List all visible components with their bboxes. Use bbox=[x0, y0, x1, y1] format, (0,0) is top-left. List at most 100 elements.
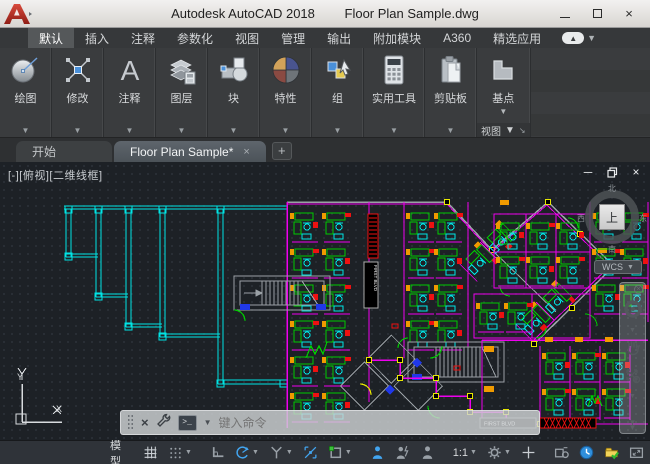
annotation-visibility-toggle[interactable] bbox=[366, 443, 389, 462]
viewcube-top-face[interactable]: 上 bbox=[599, 204, 625, 230]
chevron-down-icon[interactable]: ▼ bbox=[204, 418, 212, 427]
chevron-down-icon[interactable]: ▼ bbox=[504, 449, 511, 456]
new-drawing-tab-button[interactable]: + bbox=[272, 142, 292, 160]
ribbon-minimize-button[interactable]: ▲ bbox=[562, 32, 584, 44]
snap-mode-toggle[interactable]: ▼ bbox=[164, 443, 196, 462]
block-icon bbox=[217, 53, 251, 87]
annotation-autoscale-toggle[interactable] bbox=[391, 443, 414, 462]
ribbon-tab-3[interactable]: 参数化 bbox=[166, 28, 224, 48]
chevron-down-icon[interactable]: ▼ bbox=[185, 449, 192, 456]
customization-wrench-icon[interactable] bbox=[156, 413, 171, 433]
chevron-down-icon[interactable]: ▼ bbox=[629, 393, 636, 400]
ribbon-tab-6[interactable]: 输出 bbox=[316, 28, 362, 48]
workspace-switching-button[interactable]: ▼ bbox=[483, 443, 515, 462]
autocad-logo-icon bbox=[2, 2, 36, 26]
minimize-button[interactable] bbox=[558, 7, 572, 21]
viewcube-west[interactable]: 西 bbox=[577, 213, 585, 224]
viewport-controls[interactable]: [-][俯视][二维线框] bbox=[8, 167, 103, 183]
isometric-drafting-toggle[interactable]: ▼ bbox=[265, 443, 297, 462]
ribbon-tab-2[interactable]: 注释 bbox=[120, 28, 166, 48]
command-close-icon[interactable]: × bbox=[141, 415, 149, 430]
chevron-down-icon[interactable]: ▼ bbox=[345, 449, 352, 456]
draw-button[interactable]: 绘图 bbox=[0, 48, 51, 123]
annotation-scale-button[interactable]: 1:1▼ bbox=[449, 445, 481, 461]
ribbon-panel-properties: 特性▼ bbox=[260, 48, 312, 137]
drag-grip-icon[interactable] bbox=[127, 414, 134, 431]
panel-expand-icon[interactable]: ▼ bbox=[208, 123, 259, 137]
properties-button[interactable]: 特性 bbox=[260, 48, 311, 123]
isolate-objects-button[interactable] bbox=[550, 443, 573, 462]
chevron-down-icon[interactable]: ▼ bbox=[499, 107, 507, 116]
layers-button[interactable]: 图层 bbox=[156, 48, 207, 123]
viewcube-north[interactable]: 北 bbox=[608, 183, 616, 194]
viewport-close-icon[interactable]: × bbox=[630, 166, 642, 178]
grid-display-toggle[interactable] bbox=[139, 443, 162, 462]
clean-screen-toggle[interactable] bbox=[625, 443, 648, 462]
command-line-bar[interactable]: × >_ ▼ bbox=[120, 410, 540, 435]
wcs-label: WCS bbox=[602, 262, 623, 272]
viewcube-south[interactable]: 南 bbox=[608, 244, 616, 255]
dialog-launcher-icon[interactable]: ↘ bbox=[519, 126, 526, 135]
ribbon-panel-utilities: 实用工具▼ bbox=[364, 48, 425, 137]
block-button[interactable]: 块 bbox=[208, 48, 259, 123]
maximize-button[interactable] bbox=[590, 7, 604, 21]
navbar-close-icon[interactable]: × bbox=[634, 285, 643, 294]
utilities-button[interactable]: 实用工具 bbox=[364, 48, 424, 123]
chevron-down-icon[interactable]: ▼ bbox=[629, 327, 636, 334]
file-tab-close-icon[interactable]: × bbox=[243, 146, 249, 158]
ribbon-tab-4[interactable]: 视图 bbox=[224, 28, 270, 48]
panel-label: 修改 bbox=[67, 90, 89, 106]
ribbon-tab-9[interactable]: 精选应用 bbox=[482, 28, 552, 48]
modify-button[interactable]: 修改 bbox=[52, 48, 103, 123]
viewcube-east[interactable]: 东 bbox=[639, 213, 647, 224]
pan-hand-icon[interactable] bbox=[624, 339, 642, 362]
panel-expand-icon[interactable]: ▼ bbox=[425, 123, 476, 137]
save-settings-button[interactable] bbox=[600, 443, 623, 462]
app-menu-button[interactable] bbox=[2, 2, 36, 26]
panel-expand-icon[interactable]: ▼ bbox=[156, 123, 207, 137]
command-prompt-icon[interactable]: >_ bbox=[178, 415, 197, 431]
chevron-down-icon[interactable]: ▼ bbox=[252, 449, 259, 456]
ribbon-tab-1[interactable]: 插入 bbox=[74, 28, 120, 48]
viewport-minimize-icon[interactable]: ─ bbox=[582, 166, 594, 178]
file-tab-start-label: 开始 bbox=[32, 143, 56, 160]
drawing-canvas[interactable]: FIRST BLVDFIRST BLVDXY [-][俯视][二维线框] ─ ×… bbox=[0, 162, 650, 440]
ribbon-tab-5[interactable]: 管理 bbox=[270, 28, 316, 48]
file-tab-start[interactable]: 开始 bbox=[16, 141, 112, 162]
object-snap-toggle[interactable]: ▼ bbox=[324, 443, 356, 462]
close-button[interactable]: × bbox=[622, 7, 636, 21]
viewcube[interactable]: 北 南 西 东 上 bbox=[579, 184, 645, 254]
annotate-button[interactable]: 注释 bbox=[104, 48, 155, 123]
chevron-down-icon[interactable]: ▼ bbox=[470, 449, 477, 456]
ribbon-tab-0[interactable]: 默认 bbox=[28, 28, 74, 48]
chevron-down-icon[interactable]: ▼ bbox=[587, 33, 596, 43]
wcs-dropdown[interactable]: WCS ▼ bbox=[594, 260, 642, 274]
annotation-objects-toggle[interactable] bbox=[416, 443, 439, 462]
panel-expand-icon[interactable]: ▼ bbox=[52, 123, 103, 137]
group-button[interactable]: 组 bbox=[312, 48, 363, 123]
graphics-performance-toggle[interactable] bbox=[575, 443, 598, 462]
annotation-monitor-toggle[interactable] bbox=[517, 443, 540, 462]
floor-plan-drawing[interactable]: FIRST BLVDFIRST BLVDXY bbox=[0, 162, 650, 440]
command-input[interactable] bbox=[219, 416, 533, 430]
panel-expand-icon[interactable]: ▼ bbox=[260, 123, 311, 137]
polar-tracking-toggle[interactable]: ▼ bbox=[231, 443, 263, 462]
viewport-restore-icon[interactable] bbox=[606, 166, 618, 178]
file-tab-active-document[interactable]: Floor Plan Sample* × bbox=[114, 141, 266, 162]
panel-group-title[interactable]: 视图▼↘ bbox=[477, 123, 530, 137]
navbar-expand-icon[interactable]: ▼▼ bbox=[629, 420, 637, 430]
panel-expand-icon[interactable]: ▼ bbox=[104, 123, 155, 137]
clipboard-button[interactable]: 剪贴板 bbox=[425, 48, 476, 123]
file-tab-bar: 开始 Floor Plan Sample* × + bbox=[0, 138, 650, 162]
base-button[interactable]: 基点▼ bbox=[477, 48, 530, 123]
ortho-mode-toggle[interactable] bbox=[206, 443, 229, 462]
panel-expand-icon[interactable]: ▼ bbox=[364, 123, 424, 137]
ribbon-tab-8[interactable]: A360 bbox=[432, 28, 482, 48]
zoom-extents-icon[interactable] bbox=[624, 367, 642, 390]
chevron-down-icon[interactable]: ▼ bbox=[286, 449, 293, 456]
object-snap-tracking-toggle[interactable] bbox=[299, 443, 322, 462]
panel-expand-icon[interactable]: ▼ bbox=[0, 123, 51, 137]
panel-expand-icon[interactable]: ▼ bbox=[312, 123, 363, 137]
ribbon-tab-7[interactable]: 附加模块 bbox=[362, 28, 432, 48]
navigation-wheel-icon[interactable] bbox=[623, 299, 643, 324]
